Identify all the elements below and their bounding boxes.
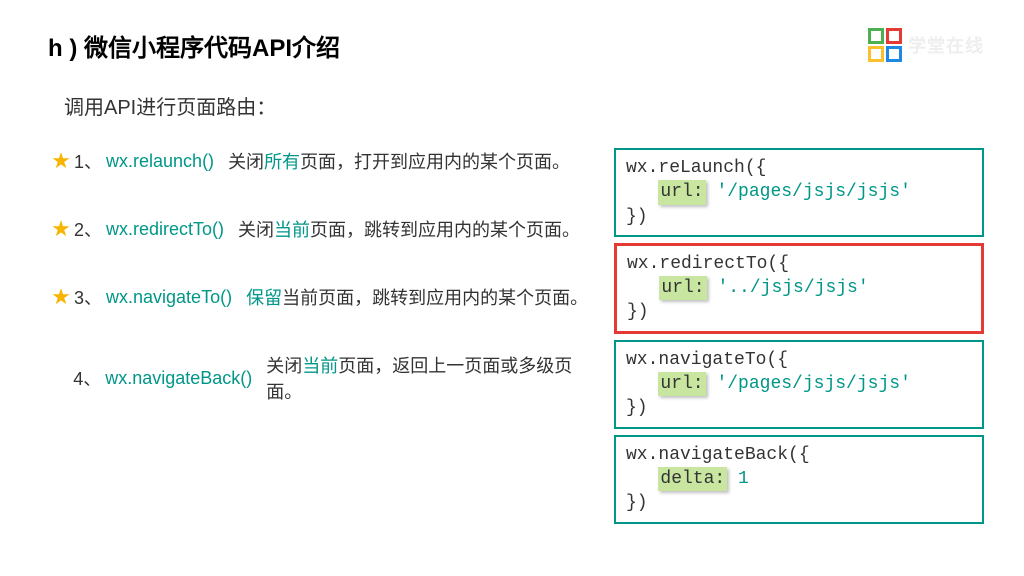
- code-value: 1: [738, 469, 749, 489]
- api-desc: 关闭当前页面，跳转到应用内的某个页面。: [238, 216, 580, 242]
- star-icon: ★: [48, 216, 74, 242]
- api-name: wx.navigateTo(): [106, 287, 232, 308]
- api-desc: 关闭所有页面，打开到应用内的某个页面。: [228, 148, 570, 174]
- api-name: wx.redirectTo(): [106, 219, 224, 240]
- api-row: ★ 1、 wx.relaunch() 关闭所有页面，打开到应用内的某个页面。: [48, 148, 598, 174]
- code-snippet: wx.reLaunch({ url: '/pages/jsjs/jsjs' }): [614, 148, 984, 237]
- code-value: '/pages/jsjs/jsjs': [716, 182, 910, 202]
- code-key: url:: [658, 372, 705, 396]
- star-icon: ★: [48, 284, 74, 310]
- code-key: url:: [659, 276, 706, 300]
- code-snippet: wx.navigateTo({ url: '/pages/jsjs/jsjs' …: [614, 340, 984, 429]
- api-list: ★ 1、 wx.relaunch() 关闭所有页面，打开到应用内的某个页面。 ★…: [48, 148, 598, 524]
- api-row: ★ 4、 wx.navigateBack() 关闭当前页面，返回上一页面或多级页…: [48, 352, 598, 404]
- code-snippet-active: wx.redirectTo({ url: '../jsjs/jsjs' }): [614, 243, 984, 334]
- api-name: wx.relaunch(): [106, 151, 214, 172]
- api-index: 3、: [74, 284, 102, 310]
- code-key: delta:: [658, 467, 727, 491]
- api-row: ★ 2、 wx.redirectTo() 关闭当前页面，跳转到应用内的某个页面。: [48, 216, 598, 242]
- api-desc: 关闭当前页面，返回上一页面或多级页面。: [266, 352, 598, 404]
- page-title: h ) 微信小程序代码API介绍: [48, 28, 340, 63]
- code-column: wx.reLaunch({ url: '/pages/jsjs/jsjs' })…: [614, 148, 984, 524]
- section-subtitle: 调用API进行页面路由：: [64, 91, 1024, 120]
- star-icon: ★: [48, 365, 73, 391]
- brand-name: 学堂在线: [908, 32, 984, 58]
- api-row: ★ 3、 wx.navigateTo() 保留当前页面，跳转到应用内的某个页面。: [48, 284, 598, 310]
- code-snippet: wx.navigateBack({ delta: 1 }): [614, 435, 984, 524]
- api-name: wx.navigateBack(): [105, 368, 252, 389]
- brand-logo: 学堂在线: [868, 28, 984, 62]
- star-icon: ★: [48, 148, 74, 174]
- logo-icon: [868, 28, 902, 62]
- api-index: 4、: [73, 365, 101, 391]
- api-desc: 保留当前页面，跳转到应用内的某个页面。: [246, 284, 588, 310]
- code-value: '../jsjs/jsjs': [717, 278, 868, 298]
- api-index: 2、: [74, 216, 102, 242]
- code-value: '/pages/jsjs/jsjs': [716, 374, 910, 394]
- code-key: url:: [658, 180, 705, 204]
- api-index: 1、: [74, 148, 102, 174]
